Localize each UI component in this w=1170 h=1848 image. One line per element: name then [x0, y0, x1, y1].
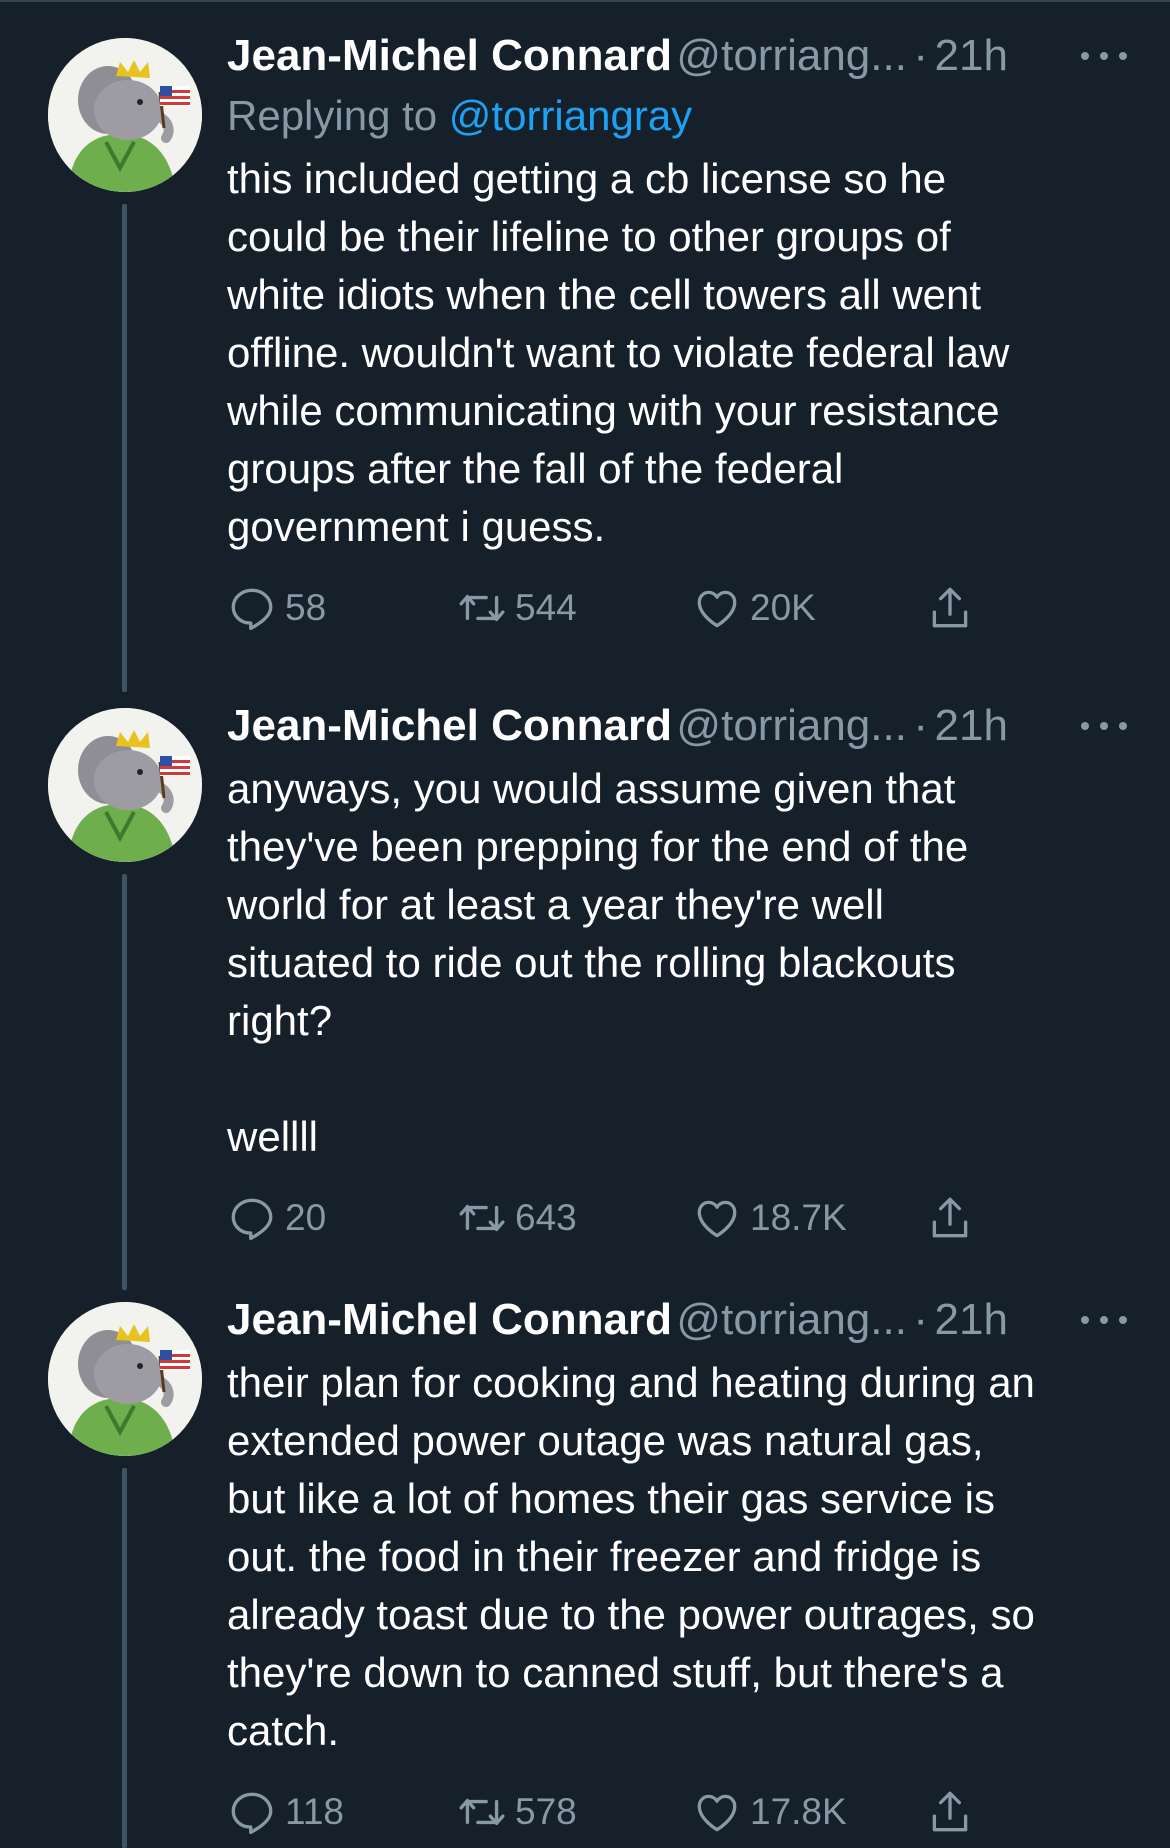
user-handle[interactable]: @torriang...	[676, 701, 907, 750]
share-icon	[932, 1197, 968, 1238]
avatar[interactable]	[48, 708, 202, 862]
share-button[interactable]	[925, 1186, 983, 1250]
reply-icon	[231, 1198, 273, 1241]
like-count: 18.7K	[750, 1197, 847, 1238]
like-button[interactable]: 20K	[692, 576, 816, 640]
thread-line	[122, 204, 127, 692]
separator-dot: ·	[913, 31, 929, 80]
retweet-count: 544	[515, 587, 577, 628]
retweet-icon	[459, 594, 505, 622]
tweet-text: anyways, you would assume given that the…	[227, 765, 969, 1160]
timestamp[interactable]: 21h	[935, 1295, 1008, 1344]
like-button[interactable]: 17.8K	[692, 1780, 847, 1844]
tweet-header: Jean-Michel Connard @torriang... · 21h	[227, 696, 1127, 756]
timestamp[interactable]: 21h	[935, 31, 1008, 80]
like-icon	[697, 590, 737, 628]
replying-to: Replying to @torriangray	[227, 86, 1127, 146]
thread-line	[122, 1468, 127, 1848]
like-icon	[697, 1200, 737, 1238]
share-button[interactable]	[925, 1780, 983, 1844]
display-name[interactable]: Jean-Michel Connard	[227, 1295, 672, 1344]
display-name[interactable]: Jean-Michel Connard	[227, 701, 672, 750]
like-count: 20K	[750, 587, 816, 628]
more-icon[interactable]	[1081, 44, 1127, 68]
retweet-button[interactable]: 578	[457, 1780, 577, 1844]
like-icon	[697, 1794, 737, 1832]
elephant-avatar-icon	[48, 1302, 202, 1456]
user-handle[interactable]: @torriang...	[676, 31, 907, 80]
replying-to-label: Replying to	[227, 92, 449, 139]
thread-line	[122, 874, 127, 1290]
reply-icon	[231, 588, 273, 631]
elephant-avatar-icon	[48, 708, 202, 862]
reply-count: 58	[285, 587, 327, 628]
tweet-header: Jean-Michel Connard @torriang... · 21h	[227, 26, 1127, 86]
more-icon[interactable]	[1081, 1308, 1127, 1332]
tweet-header: Jean-Michel Connard @torriang... · 21h	[227, 1290, 1127, 1350]
reply-button[interactable]: 58	[227, 576, 326, 640]
tweet-actions: 58 544 20K	[227, 576, 1127, 640]
share-icon	[932, 1791, 968, 1832]
avatar[interactable]	[48, 38, 202, 192]
tweet-text: their plan for cooking and heating durin…	[227, 1359, 1035, 1754]
retweet-icon	[459, 1204, 505, 1232]
mention-link[interactable]: @torriangray	[449, 92, 692, 139]
retweet-count: 643	[515, 1197, 577, 1238]
reply-button[interactable]: 20	[227, 1186, 326, 1250]
elephant-avatar-icon	[48, 38, 202, 192]
like-count: 17.8K	[750, 1791, 847, 1832]
reply-button[interactable]: 118	[227, 1780, 344, 1844]
retweet-count: 578	[515, 1791, 577, 1832]
like-button[interactable]: 18.7K	[692, 1186, 847, 1250]
user-handle[interactable]: @torriang...	[676, 1295, 907, 1344]
separator-dot: ·	[913, 701, 929, 750]
timestamp[interactable]: 21h	[935, 701, 1008, 750]
reply-count: 20	[285, 1197, 327, 1238]
reply-count: 118	[285, 1791, 344, 1832]
retweet-icon	[459, 1798, 505, 1826]
tweet-actions: 118 578 17.8K	[227, 1780, 1127, 1844]
tweet-text: this included getting a cb license so he…	[227, 155, 1010, 550]
share-button[interactable]	[925, 576, 983, 640]
separator-dot: ·	[913, 1295, 929, 1344]
share-icon	[932, 587, 968, 628]
display-name[interactable]: Jean-Michel Connard	[227, 31, 672, 80]
top-divider	[0, 0, 1170, 2]
reply-icon	[231, 1792, 273, 1835]
avatar[interactable]	[48, 1302, 202, 1456]
tweet-actions: 20 643 18.7K	[227, 1186, 1127, 1250]
more-icon[interactable]	[1081, 714, 1127, 738]
retweet-button[interactable]: 643	[457, 1186, 577, 1250]
retweet-button[interactable]: 544	[457, 576, 577, 640]
